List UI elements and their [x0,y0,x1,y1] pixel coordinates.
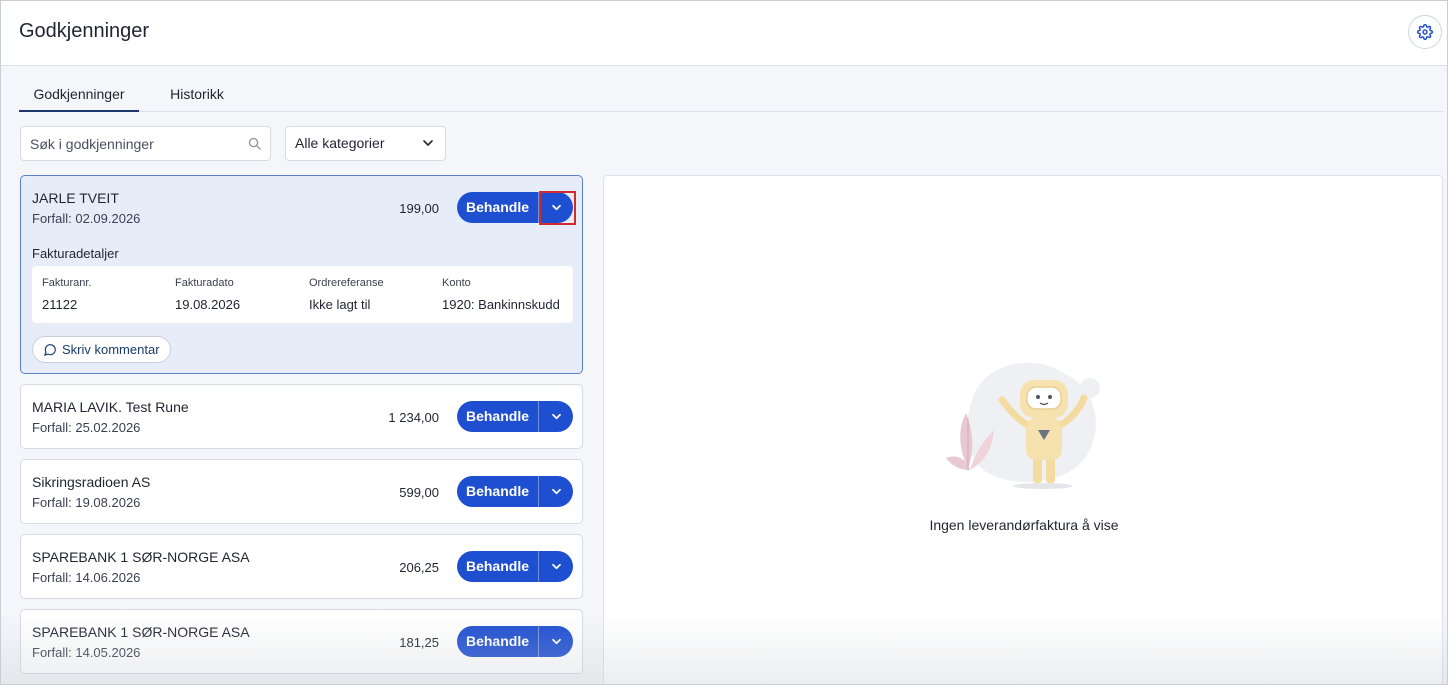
settings-button[interactable] [1408,15,1442,49]
chevron-down-icon [551,563,561,570]
invoice-card[interactable]: Sikringsradioen AS Forfall: 19.08.2026 5… [20,459,583,524]
comment-icon [44,344,56,356]
invoice-details: Fakturanr. 21122 Fakturadato 19.08.2026 … [32,266,573,323]
category-select[interactable]: Alle kategorier [285,126,446,161]
behandle-button[interactable]: Behandle [457,476,538,507]
detail-value: 1920: Bankinnskudd [442,297,560,312]
vendor-name: SPAREBANK 1 SØR-NORGE ASA [32,624,250,640]
due-date: Forfall: 19.08.2026 [32,495,141,510]
tab-bar: Godkjenninger Historikk [19,77,1443,112]
chevron-down-icon [551,638,561,645]
behandle-button[interactable]: Behandle [457,192,538,223]
behandle-button[interactable]: Behandle [457,401,538,432]
behandle-button[interactable]: Behandle [457,551,538,582]
due-date: Forfall: 25.02.2026 [32,420,141,435]
expand-toggle-button[interactable] [539,476,573,507]
expand-toggle-button[interactable] [539,626,573,657]
expand-toggle-button[interactable] [539,401,573,432]
invoice-card[interactable]: MARIA LAVIK. Test Rune Forfall: 25.02.20… [20,384,583,449]
category-select-value: Alle kategorier [295,135,385,151]
write-comment-label: Skriv kommentar [62,342,160,357]
invoice-preview-panel: Ingen leverandørfaktura å vise [603,175,1443,684]
invoice-amount: 206,25 [399,560,439,575]
due-date: Forfall: 14.06.2026 [32,570,141,585]
detail-label: Fakturanr. [42,277,92,289]
behandle-button[interactable]: Behandle [457,626,538,657]
app-window: Godkjenninger Godkjenninger Historikk Al… [0,0,1448,685]
action-button-group: Behandle [457,626,573,657]
chevron-down-icon [551,488,561,495]
vendor-name: JARLE TVEIT [32,190,119,206]
page-title: Godkjenninger [19,20,150,42]
vendor-name: MARIA LAVIK. Test Rune [32,399,189,415]
page-header: Godkjenninger [1,1,1447,66]
invoice-amount: 181,25 [399,635,439,650]
detail-label: Fakturadato [175,277,234,289]
due-date: Forfall: 14.05.2026 [32,645,141,660]
invoice-amount: 1 234,00 [388,410,439,425]
empty-state-text: Ingen leverandørfaktura å vise [929,517,1119,533]
chevron-down-icon [551,413,561,420]
vendor-name: SPAREBANK 1 SØR-NORGE ASA [32,549,250,565]
search-input[interactable] [21,127,241,160]
detail-value: 21122 [42,297,78,312]
tab-historikk[interactable]: Historikk [157,77,237,112]
vendor-name: Sikringsradioen AS [32,474,151,490]
detail-label: Ordrereferanse [309,277,384,289]
action-button-group: Behandle [457,476,573,507]
detail-value: 19.08.2026 [175,297,241,312]
due-date: Forfall: 02.09.2026 [32,211,141,226]
invoice-card[interactable]: SPAREBANK 1 SØR-NORGE ASA Forfall: 14.06… [20,534,583,599]
invoice-amount: 599,00 [399,485,439,500]
invoice-card[interactable]: JARLE TVEIT Forfall: 02.09.2026 199,00 B… [20,175,583,374]
search-icon [248,137,261,150]
search-box [20,126,271,161]
detail-label: Konto [442,277,471,289]
expand-toggle-button[interactable] [539,551,573,582]
detail-value: Ikke lagt til [309,297,371,312]
invoice-card[interactable]: SPAREBANK 1 SØR-NORGE ASA Forfall: 14.05… [20,609,583,674]
details-title: Fakturadetaljer [32,246,119,261]
invoice-amount: 199,00 [399,201,439,216]
robot-illustration [946,362,1100,489]
action-button-group: Behandle [457,401,573,432]
gear-icon [1417,24,1433,40]
write-comment-button[interactable]: Skriv kommentar [32,336,171,363]
action-button-group: Behandle [457,551,573,582]
highlight-box [539,191,576,225]
chevron-down-icon [423,140,433,146]
tab-godkjenninger[interactable]: Godkjenninger [19,77,139,112]
